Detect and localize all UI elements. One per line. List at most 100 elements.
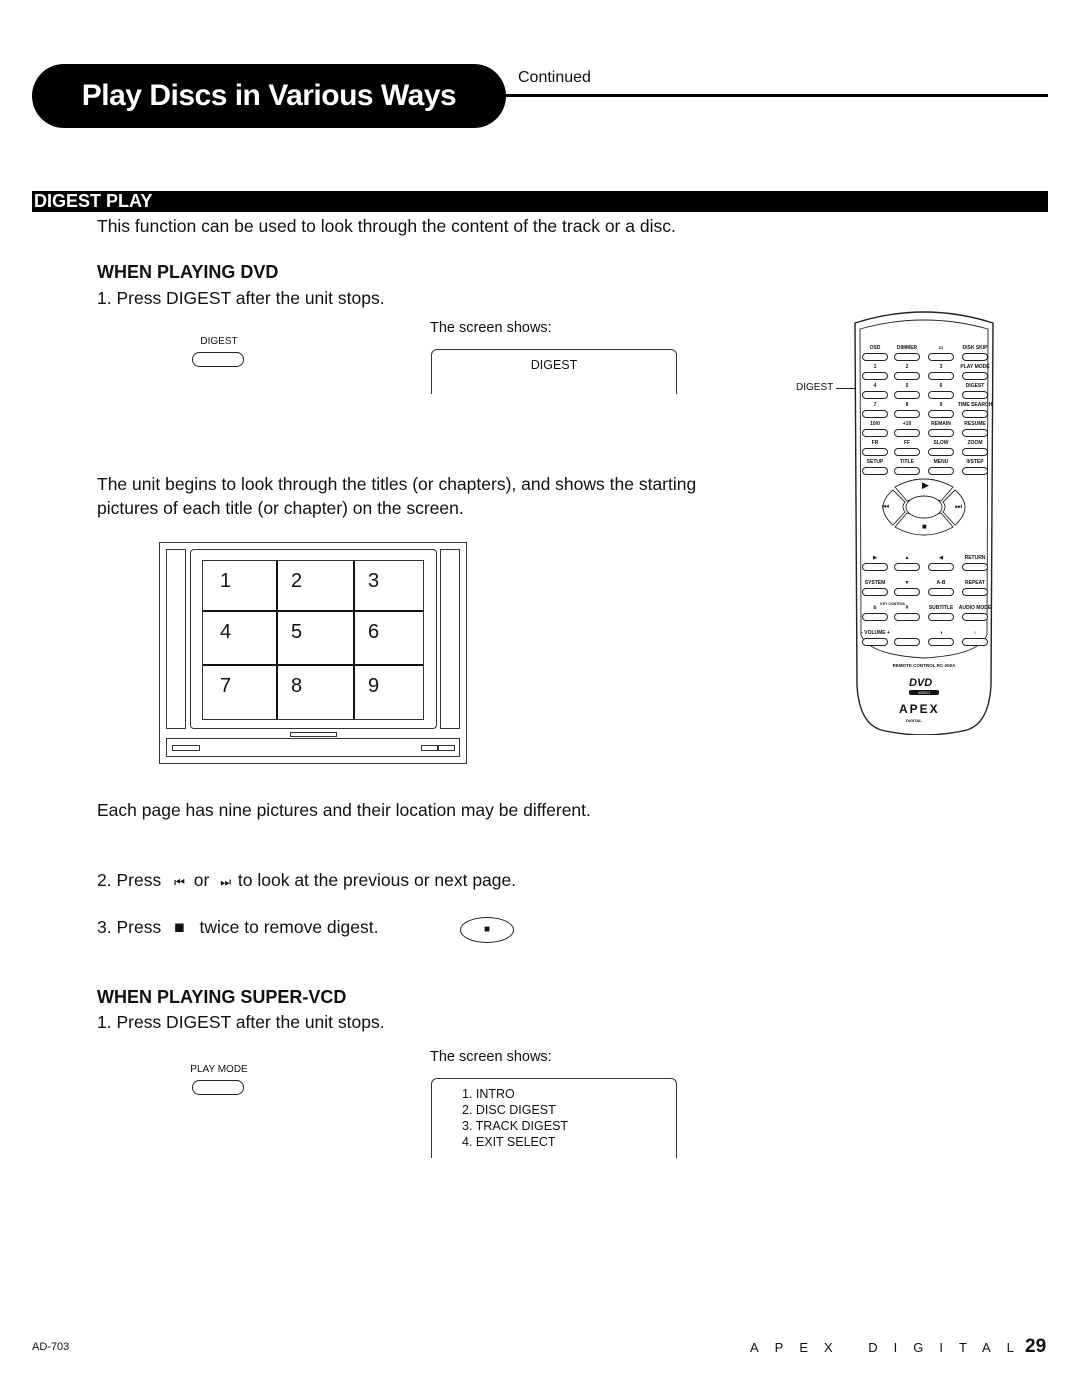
- remote-button[interactable]: [862, 353, 888, 361]
- dvd-logo: DVD: [909, 677, 933, 689]
- section-intro: This function can be used to look throug…: [97, 216, 676, 236]
- remote-model: REMOTE CONTROL RC-200A: [892, 663, 956, 668]
- remote-button[interactable]: [928, 588, 954, 596]
- remote-button[interactable]: [862, 588, 888, 596]
- tv-base: [166, 738, 460, 757]
- tv-illustration: 1 2 3 4 5 6 7 8 9: [159, 542, 467, 764]
- tv-left-speaker: [166, 549, 186, 729]
- section-title: DIGEST PLAY: [32, 191, 1048, 212]
- dvd-description-line1: The unit begins to look through the titl…: [97, 474, 697, 494]
- remote-button[interactable]: [962, 613, 988, 621]
- digest-grid: 1 2 3 4 5 6 7 8 9: [202, 560, 424, 720]
- step3-suffix: twice to remove digest.: [199, 917, 379, 937]
- remote-button[interactable]: [928, 353, 954, 361]
- remote-button[interactable]: [928, 372, 954, 380]
- svcd-menu-item-2: 2. DISC DIGEST: [462, 1103, 556, 1117]
- play-mode-button[interactable]: [192, 1080, 244, 1095]
- remote-button[interactable]: [962, 467, 988, 475]
- page-number: 29: [1025, 1336, 1047, 1357]
- header-rule: [500, 94, 1048, 97]
- remote-button[interactable]: [862, 429, 888, 437]
- dvd-step2: 2. Press ⏮ or ⏭ to look at the previous …: [97, 870, 516, 891]
- svcd-screen-caption: The screen shows:: [430, 1049, 552, 1065]
- remote-label: REPEAT: [965, 580, 985, 586]
- remote-button[interactable]: [928, 429, 954, 437]
- step3-prefix: 3. Press: [97, 917, 162, 937]
- remote-button[interactable]: [894, 638, 920, 646]
- remote-button[interactable]: [862, 638, 888, 646]
- dvd-screen-display: DIGEST: [431, 349, 677, 394]
- svcd-step1: 1. Press DIGEST after the unit stops.: [97, 1012, 385, 1032]
- remote-button[interactable]: [894, 391, 920, 399]
- remote-button[interactable]: [962, 563, 988, 571]
- stop-icon: ■: [174, 917, 185, 937]
- remote-button[interactable]: [962, 410, 988, 418]
- remote-button[interactable]: [862, 372, 888, 380]
- remote-play-icon: ▶: [922, 480, 929, 490]
- apex-logo: APEX: [899, 702, 940, 716]
- remote-button[interactable]: [862, 410, 888, 418]
- remote-button[interactable]: [962, 353, 988, 361]
- remote-button[interactable]: [862, 467, 888, 475]
- remote-stop-icon: ■: [922, 522, 927, 531]
- remote-next-icon: ⏭: [955, 502, 963, 511]
- remote-label: RESUME: [964, 421, 986, 427]
- remote-label: DIGEST: [965, 383, 985, 389]
- remote-button[interactable]: [962, 588, 988, 596]
- remote-button[interactable]: [862, 563, 888, 571]
- apex-digital-logo: DIGITAL: [906, 718, 922, 723]
- remote-button[interactable]: [962, 448, 988, 456]
- digest-button-label: DIGEST: [200, 336, 238, 347]
- digest-button[interactable]: [192, 352, 244, 367]
- grid-cell-9: 9: [368, 675, 380, 697]
- step2-prefix: 2. Press: [97, 870, 162, 890]
- remote-button[interactable]: [894, 410, 920, 418]
- remote-button[interactable]: [862, 613, 888, 621]
- remote-button[interactable]: [894, 613, 920, 621]
- remote-button[interactable]: [862, 391, 888, 399]
- remote-button[interactable]: [962, 429, 988, 437]
- remote-button[interactable]: [894, 563, 920, 571]
- remote-button[interactable]: [962, 638, 988, 646]
- remote-button[interactable]: [928, 613, 954, 621]
- dvd-heading: WHEN PLAYING DVD: [97, 262, 279, 282]
- remote-button[interactable]: [894, 372, 920, 380]
- grid-cell-8: 8: [291, 675, 303, 697]
- remote-prev-icon: ⏮: [882, 502, 890, 511]
- remote-button[interactable]: [962, 372, 988, 380]
- remote-button[interactable]: [894, 448, 920, 456]
- tv-screen: 1 2 3 4 5 6 7 8 9: [190, 549, 437, 729]
- stop-button[interactable]: ■: [460, 917, 514, 943]
- remote-button[interactable]: [928, 563, 954, 571]
- page-note: Each page has nine pictures and their lo…: [97, 800, 591, 820]
- remote-label: ♁: [973, 630, 977, 636]
- grid-cell-6: 6: [368, 621, 380, 643]
- remote-label: – VOLUME +: [860, 630, 890, 636]
- grid-cell-2: 2: [291, 570, 303, 592]
- remote-label: TIME SEARCH: [957, 402, 993, 408]
- remote-control: ▶ ⏮ ⏭ ■ OSD DIMMER ▭ DISK SKIP 1 2 3 PLAY MODE 4…: [849, 305, 999, 735]
- remote-button[interactable]: [928, 410, 954, 418]
- svcd-screen-display: 1. INTRO 2. DISC DIGEST 3. TRACK DIGEST …: [431, 1078, 677, 1158]
- remote-button[interactable]: [862, 448, 888, 456]
- remote-button[interactable]: [928, 467, 954, 475]
- remote-label: ZOOM: [967, 440, 983, 446]
- key-control-label: KEY CONTROL: [880, 602, 906, 606]
- remote-button[interactable]: [928, 448, 954, 456]
- dvd-step1: 1. Press DIGEST after the unit stops.: [97, 288, 385, 308]
- grid-cell-5: 5: [291, 621, 303, 643]
- grid-cell-3: 3: [368, 570, 380, 592]
- remote-button[interactable]: [894, 353, 920, 361]
- svcd-menu-item-1: 1. INTRO: [462, 1087, 515, 1101]
- remote-button[interactable]: [928, 391, 954, 399]
- remote-button[interactable]: [894, 588, 920, 596]
- remote-button[interactable]: [894, 429, 920, 437]
- remote-button[interactable]: [928, 638, 954, 646]
- tv-stand-slot: [290, 732, 337, 737]
- grid-cell-4: 4: [220, 621, 232, 643]
- dvd-video-logo: VIDEO: [909, 690, 939, 695]
- dvd-screen-caption: The screen shows:: [430, 320, 552, 336]
- play-mode-button-label: PLAY MODE: [190, 1064, 248, 1075]
- remote-button[interactable]: [894, 467, 920, 475]
- remote-button[interactable]: [962, 391, 988, 399]
